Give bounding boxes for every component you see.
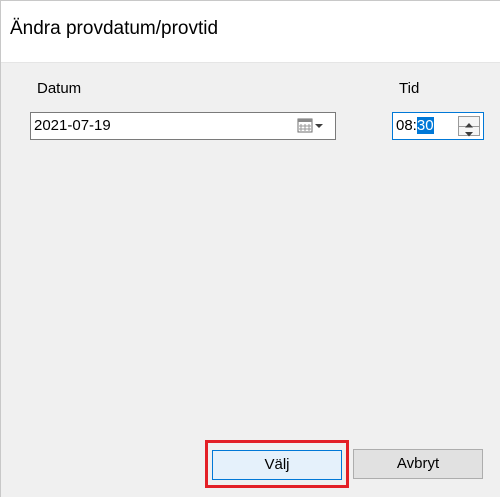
date-picker[interactable]: 2021-07-19 [30,112,336,140]
window-left-border [0,0,1,497]
dialog-titlebar: Ändra provdatum/provtid [0,0,500,63]
time-value[interactable]: 08:30 [396,117,434,134]
date-label: Datum [37,80,82,97]
calendar-dropdown-icon[interactable] [295,117,331,135]
cancel-button[interactable]: Avbryt [353,449,483,479]
time-label: Tid [399,80,420,97]
dialog-title: Ändra provdatum/provtid [10,18,219,39]
time-hours: 08: [396,117,417,134]
time-minutes-selected[interactable]: 30 [416,117,434,134]
time-picker[interactable]: 08:30 [392,112,484,140]
highlight-box [205,440,349,488]
time-spinner[interactable] [458,116,480,137]
date-value: 2021-07-19 [34,117,111,134]
window-top-border [0,0,500,1]
spin-down-icon[interactable] [459,126,479,137]
dialog-window: Ändra provdatum/provtid Datum 2021-07-19… [0,0,500,497]
